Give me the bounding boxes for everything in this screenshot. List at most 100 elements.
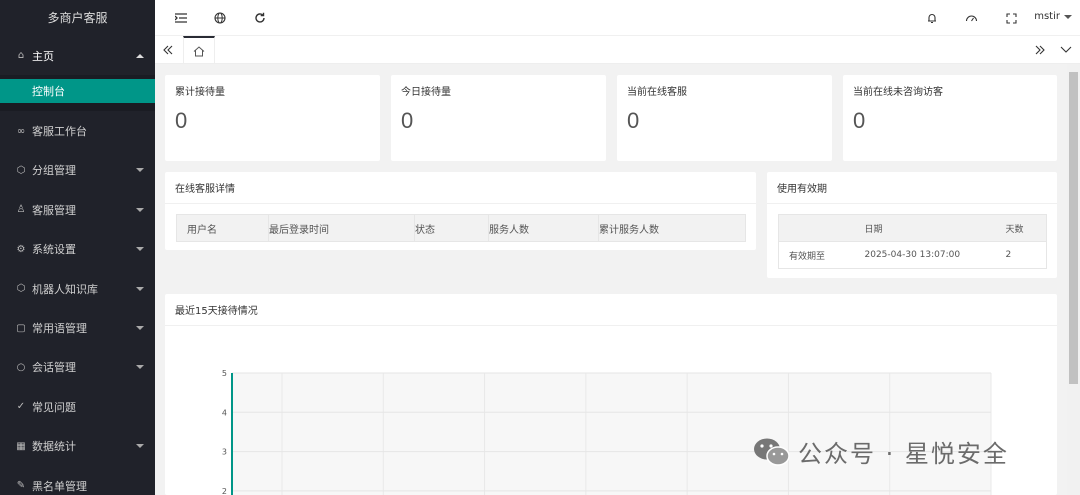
gear-icon: ⚙ [16, 243, 26, 255]
y-tick-label: 4 [222, 408, 227, 417]
table-cell: 2025-04-30 13:07:00 [864, 241, 1006, 269]
cube-icon: ⬡ [16, 283, 26, 295]
validity-panel: 使用有效期 日期 天数 有效期至 2025-04-30 13:07:00 2 [767, 172, 1057, 278]
panel-title: 在线客服详情 [165, 172, 756, 204]
cube-icon: ⬡ [16, 164, 26, 176]
column-header: 状态 [414, 214, 489, 242]
stat-card-online-agents: 当前在线客服 0 [617, 75, 832, 161]
sidebar-item-faq[interactable]: ✓ 常见问题 [0, 387, 155, 426]
watermark: 公众号 · 星悦安全 [752, 434, 1009, 469]
tab-home[interactable] [183, 36, 215, 64]
page-scrollbar[interactable] [1067, 64, 1080, 495]
chevron-down-icon [136, 207, 144, 212]
watermark-text: 公众号 · 星悦安全 [798, 440, 1009, 468]
caret-down-icon [1064, 14, 1072, 19]
table-header-row: 日期 天数 [778, 214, 1047, 242]
chevron-down-icon[interactable] [1058, 42, 1074, 58]
sidebar-item-workbench[interactable]: ∞ 客服工作台 [0, 111, 155, 150]
sidebar-item-label: 分组管理 [32, 164, 76, 178]
y-tick-label: 2 [222, 487, 227, 495]
submenu: 控制台 [0, 75, 155, 112]
sidebar-item-label: 会话管理 [32, 361, 76, 375]
chevron-up-icon [136, 53, 144, 58]
bell-icon[interactable] [924, 10, 940, 26]
y-tick-label: 3 [222, 448, 227, 457]
sidebar-item-statistics[interactable]: ▦ 数据统计 [0, 427, 155, 466]
column-header: 服务人数 [488, 214, 599, 242]
stat-value: 0 [627, 108, 640, 133]
sidebar-item-groups[interactable]: ⬡ 分组管理 [0, 151, 155, 190]
top-header: mstir [155, 0, 1080, 36]
edit-icon: ✎ [16, 480, 26, 492]
column-header: 最后登录时间 [268, 214, 415, 242]
username: mstir [1034, 11, 1060, 22]
home-icon [193, 45, 205, 56]
stat-title: 当前在线未咨询访客 [853, 87, 943, 98]
column-header: 用户名 [176, 214, 269, 242]
sidebar-item-agents[interactable]: ♙ 客服管理 [0, 190, 155, 229]
sidebar-item-label: 数据统计 [32, 440, 76, 454]
stat-title: 当前在线客服 [627, 87, 687, 98]
stat-title: 累计接待量 [175, 87, 225, 98]
sidebar-item-label: 常见问题 [32, 400, 76, 414]
chevron-down-icon [136, 365, 144, 370]
stat-title: 今日接待量 [401, 87, 451, 98]
tab-bar [155, 36, 1080, 64]
column-header: 日期 [864, 214, 1006, 242]
sidebar-item-label: 机器人知识库 [32, 282, 98, 296]
wechat-icon [754, 438, 790, 466]
sidebar-item-label: 常用语管理 [32, 322, 87, 336]
home-icon: ⌂ [17, 50, 25, 62]
scrollbar-thumb[interactable] [1069, 72, 1078, 384]
chevron-down-icon [136, 168, 144, 173]
theme-icon[interactable] [963, 10, 979, 26]
infinity-icon: ∞ [16, 125, 26, 137]
stat-value: 0 [853, 108, 866, 133]
table-header-row: 用户名 最后登录时间 状态 服务人数 累计服务人数 [176, 214, 746, 242]
table-cell: 有效期至 [778, 241, 865, 269]
sidebar: 多商户客服 ⌂ 主页 控制台 ∞ 客服工作台 ⬡ 分组管理 ♙ 客服管理 ⚙ 系… [0, 0, 155, 495]
user-icon: ♙ [16, 204, 26, 216]
chevron-down-icon [136, 444, 144, 449]
stat-card-total: 累计接待量 0 [165, 75, 380, 161]
table-row: 有效期至 2025-04-30 13:07:00 2 [778, 241, 1047, 269]
scroll-right-icon[interactable] [1032, 42, 1048, 58]
sidebar-item-sessions[interactable]: ○ 会话管理 [0, 348, 155, 387]
chevron-down-icon [136, 286, 144, 291]
chart-icon: ▦ [16, 440, 26, 452]
chevron-down-icon [136, 247, 144, 252]
column-header: 累计服务人数 [598, 214, 746, 242]
sidebar-item-settings[interactable]: ⚙ 系统设置 [0, 230, 155, 269]
note-icon: ▢ [16, 322, 26, 334]
stat-card-online-visitors: 当前在线未咨询访客 0 [843, 75, 1057, 161]
menu-toggle-icon[interactable] [173, 10, 189, 26]
table-cell: 2 [1005, 241, 1047, 269]
refresh-icon[interactable] [252, 10, 268, 26]
shield-check-icon: ✓ [16, 401, 26, 413]
sidebar-item-label: 主页 [32, 49, 54, 63]
sidebar-item-label: 客服工作台 [32, 125, 87, 139]
sidebar-item-label: 黑名单管理 [32, 479, 87, 493]
online-agents-panel: 在线客服详情 用户名 最后登录时间 状态 服务人数 累计服务人数 [165, 172, 756, 250]
stat-value: 0 [401, 108, 414, 133]
sidebar-subitem-dashboard[interactable]: 控制台 [0, 79, 155, 104]
scroll-left-icon[interactable] [160, 42, 176, 58]
sidebar-item-phrases[interactable]: ▢ 常用语管理 [0, 308, 155, 347]
sidebar-item-label: 系统设置 [32, 243, 76, 257]
app-logo: 多商户客服 [0, 0, 155, 36]
chat-icon: ○ [16, 361, 26, 373]
user-menu[interactable]: mstir [1034, 11, 1072, 22]
panel-title: 使用有效期 [767, 172, 1057, 204]
sidebar-item-blacklist[interactable]: ✎ 黑名单管理 [0, 466, 155, 495]
y-tick-label: 5 [222, 369, 227, 378]
sidebar-item-label: 客服管理 [32, 203, 76, 217]
validity-table: 日期 天数 有效期至 2025-04-30 13:07:00 2 [778, 214, 1047, 269]
sidebar-item-home[interactable]: ⌂ 主页 [0, 36, 155, 75]
column-header [778, 214, 865, 242]
sidebar-item-robot-kb[interactable]: ⬡ 机器人知识库 [0, 269, 155, 308]
fullscreen-icon[interactable] [1003, 10, 1019, 26]
globe-icon[interactable] [212, 10, 228, 26]
stat-value: 0 [175, 108, 188, 133]
chevron-down-icon [136, 326, 144, 331]
stat-card-today: 今日接待量 0 [391, 75, 606, 161]
